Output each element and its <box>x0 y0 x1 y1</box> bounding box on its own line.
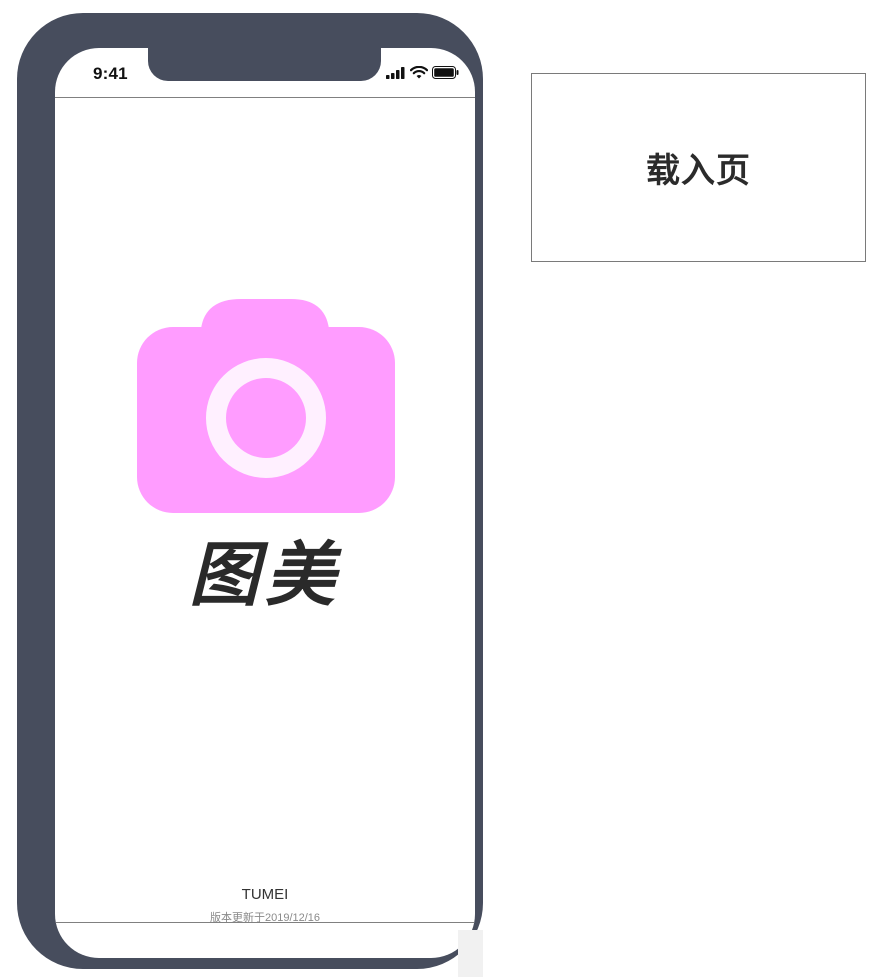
header-divider <box>55 97 475 98</box>
footer-divider <box>55 922 475 923</box>
battery-icon <box>432 66 459 79</box>
signal-icon <box>386 66 405 79</box>
app-name-cn: 图美 <box>189 533 341 616</box>
camera-icon <box>137 299 395 513</box>
status-time: 9:41 <box>93 64 128 83</box>
page-label-box: 载入页 <box>531 73 866 262</box>
phone-notch <box>148 48 381 81</box>
status-icons <box>386 66 459 79</box>
canvas: 9:41 图美 TUMEI 版本更新于2019/12/16 载入页 <box>0 0 887 977</box>
background-strip <box>458 930 483 977</box>
page-label: 载入页 <box>646 152 751 190</box>
wifi-icon <box>410 66 428 79</box>
phone-screen: 9:41 图美 TUMEI 版本更新于2019/12/16 <box>55 48 475 958</box>
app-brand: TUMEI <box>241 886 289 903</box>
phone-frame: 9:41 图美 TUMEI 版本更新于2019/12/16 <box>17 13 483 969</box>
